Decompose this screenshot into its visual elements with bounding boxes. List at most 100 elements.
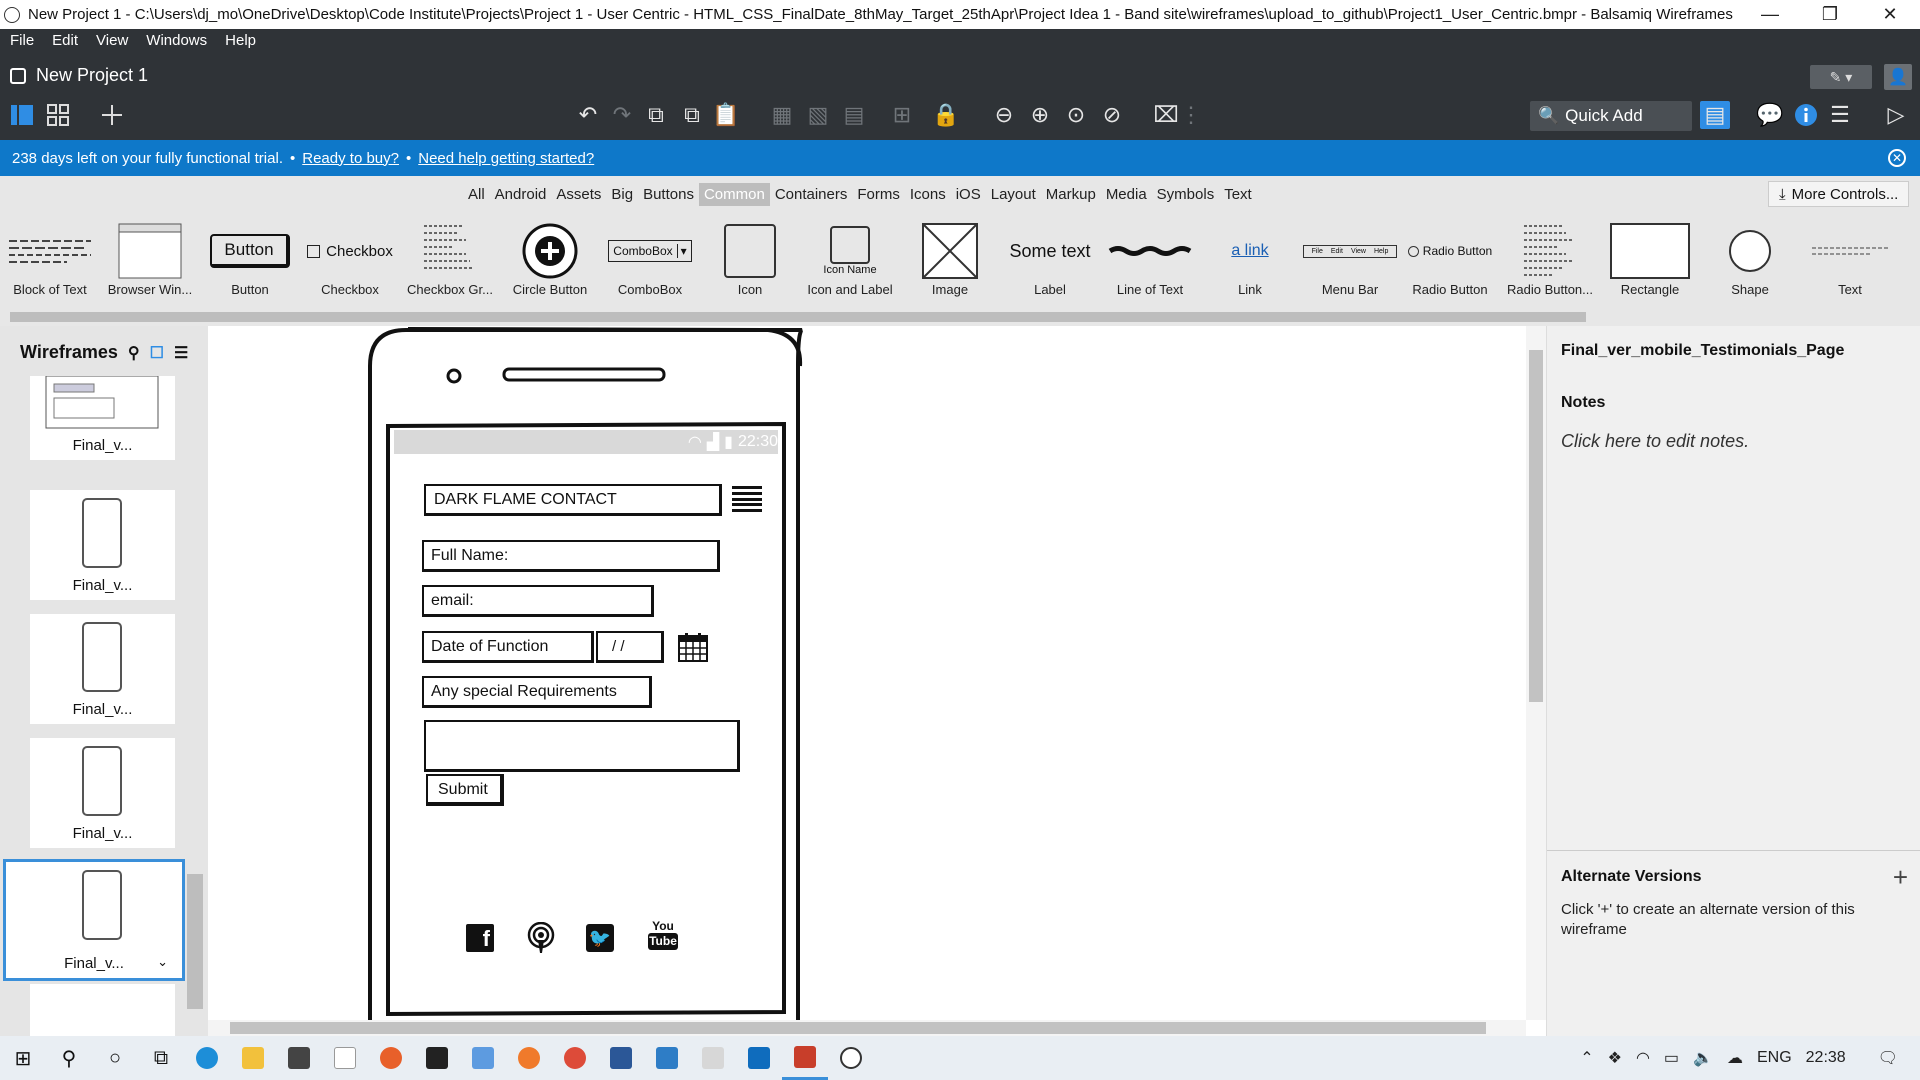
- library-item-checkbox[interactable]: Checkbox Checkbox: [300, 220, 400, 308]
- library-item-label[interactable]: Some text Label: [1000, 220, 1100, 308]
- wireframes-scroll-thumb[interactable]: [187, 874, 203, 1009]
- onedrive-icon[interactable]: ☁: [1727, 1048, 1743, 1068]
- chevron-down-icon[interactable]: ⌄: [157, 954, 168, 970]
- library-item-menu-bar[interactable]: File Edit View Help Menu Bar: [1300, 220, 1400, 308]
- file-explorer-icon[interactable]: [230, 1036, 276, 1080]
- language-indicator[interactable]: ENG: [1757, 1049, 1792, 1067]
- menu-windows[interactable]: Windows: [146, 32, 207, 49]
- category-tab-android[interactable]: Android: [490, 183, 552, 206]
- ui-library-icon[interactable]: ▤: [1700, 101, 1730, 129]
- project-name[interactable]: New Project 1: [36, 65, 148, 86]
- lock-icon[interactable]: 🔒: [932, 100, 960, 130]
- network-icon[interactable]: ◠: [1636, 1048, 1650, 1068]
- library-item-block-of-text[interactable]: Block of Text: [0, 220, 100, 308]
- wireframe-canvas[interactable]: ◠ ▟ ▮ 22:30 DARK FLAME CONTACT Full Name…: [208, 326, 1526, 1036]
- site-header-field[interactable]: DARK FLAME CONTACT: [424, 484, 722, 516]
- zoom-in-icon[interactable]: ⊕: [1026, 100, 1054, 130]
- battery-icon[interactable]: ▭: [1664, 1048, 1679, 1068]
- image-viewer-icon[interactable]: [644, 1036, 690, 1080]
- podcast-icon[interactable]: [526, 921, 556, 954]
- canvas-vertical-scrollbar[interactable]: [1526, 326, 1546, 1020]
- category-tab-common[interactable]: Common: [698, 183, 770, 206]
- add-alternate-version-button[interactable]: +: [1893, 862, 1908, 893]
- library-scroll-thumb[interactable]: [10, 312, 1586, 322]
- category-tab-markup[interactable]: Markup: [1041, 183, 1101, 206]
- duplicate-icon[interactable]: ⧉: [678, 100, 706, 130]
- category-tab-icons[interactable]: Icons: [905, 183, 951, 206]
- email-field[interactable]: email:: [422, 585, 654, 617]
- add-icon[interactable]: [98, 100, 126, 130]
- single-view-icon[interactable]: ☐: [150, 343, 164, 363]
- wireframes-scrollbar[interactable]: [184, 326, 206, 1036]
- canvas-vscroll-thumb[interactable]: [1529, 350, 1543, 702]
- category-tab-symbols[interactable]: Symbols: [1152, 183, 1220, 206]
- paint-icon[interactable]: [690, 1036, 736, 1080]
- comments-icon[interactable]: 💬: [1756, 100, 1784, 130]
- task-view-icon[interactable]: ⧉: [138, 1036, 184, 1080]
- library-item-circle-button[interactable]: Circle Button: [500, 220, 600, 308]
- menu-help[interactable]: Help: [225, 32, 256, 49]
- category-tab-buttons[interactable]: Buttons: [638, 183, 699, 206]
- youtube-icon[interactable]: You Tube: [648, 920, 678, 954]
- undo-icon[interactable]: ↶: [574, 100, 602, 130]
- library-item-checkbox-group[interactable]: Checkbox Gr...: [400, 220, 500, 308]
- chevron-up-icon[interactable]: ⌃: [1580, 1048, 1593, 1068]
- library-item-button[interactable]: Button Button: [200, 220, 300, 308]
- library-item-rectangle[interactable]: Rectangle: [1600, 220, 1700, 308]
- menu-file[interactable]: File: [10, 32, 34, 49]
- library-item-radio-button-group[interactable]: Radio Button...: [1500, 220, 1600, 308]
- arrange-icon[interactable]: ⊞: [888, 100, 916, 130]
- canvas-hscroll-thumb[interactable]: [230, 1022, 1486, 1034]
- close-window-button[interactable]: ✕: [1860, 4, 1920, 25]
- user-avatar[interactable]: 👤: [1884, 64, 1912, 90]
- properties-icon[interactable]: ☰: [1826, 100, 1854, 130]
- paste-icon[interactable]: 📋: [712, 100, 740, 130]
- cortana-icon[interactable]: ○: [92, 1036, 138, 1080]
- library-item-icon[interactable]: Icon: [700, 220, 800, 308]
- windows-start-icon[interactable]: ⊞: [0, 1036, 46, 1080]
- orange-app-icon[interactable]: [506, 1036, 552, 1080]
- library-item-shape[interactable]: Shape: [1700, 220, 1800, 308]
- word-icon[interactable]: [598, 1036, 644, 1080]
- redo-icon[interactable]: ↷: [608, 100, 636, 130]
- dropbox-icon[interactable]: ❖: [1608, 1048, 1622, 1068]
- library-item-link[interactable]: a link Link: [1200, 220, 1300, 308]
- delete-icon[interactable]: ⌧: [1152, 100, 1180, 130]
- requirements-textarea[interactable]: [424, 720, 740, 772]
- category-tab-containers[interactable]: Containers: [770, 183, 853, 206]
- edit-mode-dropdown[interactable]: ✎ ▾: [1810, 65, 1872, 89]
- notification-icon[interactable]: 🗨: [1878, 1048, 1898, 1068]
- minimize-button[interactable]: —: [1740, 4, 1800, 25]
- twitter-icon[interactable]: 🐦: [586, 924, 614, 952]
- ready-to-buy-link[interactable]: Ready to buy?: [302, 150, 399, 167]
- align-icon[interactable]: ▤: [840, 100, 868, 130]
- wireframe-thumb-2[interactable]: Final_v...: [30, 490, 175, 600]
- store-icon[interactable]: [276, 1036, 322, 1080]
- sitemap-icon[interactable]: ⚲: [128, 343, 140, 363]
- hamburger-menu-icon[interactable]: [732, 486, 762, 512]
- edge-icon[interactable]: [184, 1036, 230, 1080]
- library-item-combobox[interactable]: ComboBox ▾ ComboBox: [600, 220, 700, 308]
- list-view-icon[interactable]: [8, 100, 36, 130]
- zoom-out-icon[interactable]: ⊖: [990, 100, 1018, 130]
- chrome-icon[interactable]: [552, 1036, 598, 1080]
- calendar-icon[interactable]: [678, 632, 708, 662]
- wireframe-thumb-3[interactable]: Final_v...: [30, 614, 175, 724]
- volume-icon[interactable]: 🔈: [1693, 1048, 1713, 1068]
- balsamiq-taskbar-icon[interactable]: [782, 1036, 828, 1080]
- group-icon[interactable]: ▦: [768, 100, 796, 130]
- submit-button[interactable]: Submit: [426, 774, 504, 806]
- wireframe-thumb-6[interactable]: [30, 984, 175, 1036]
- photos-icon[interactable]: [460, 1036, 506, 1080]
- category-tab-assets[interactable]: Assets: [551, 183, 606, 206]
- library-item-line-of-text[interactable]: Line of Text: [1100, 220, 1200, 308]
- firefox-icon[interactable]: [368, 1036, 414, 1080]
- full-name-field[interactable]: Full Name:: [422, 540, 720, 572]
- library-item-text[interactable]: Text: [1800, 220, 1900, 308]
- actual-size-icon[interactable]: ⊙: [1062, 100, 1090, 130]
- toolbar-more-icon[interactable]: ⋮: [1180, 100, 1202, 130]
- library-item-browser-window[interactable]: Browser Win...: [100, 220, 200, 308]
- info-icon[interactable]: [1792, 100, 1820, 130]
- menu-edit[interactable]: Edit: [52, 32, 78, 49]
- category-tab-forms[interactable]: Forms: [852, 183, 905, 206]
